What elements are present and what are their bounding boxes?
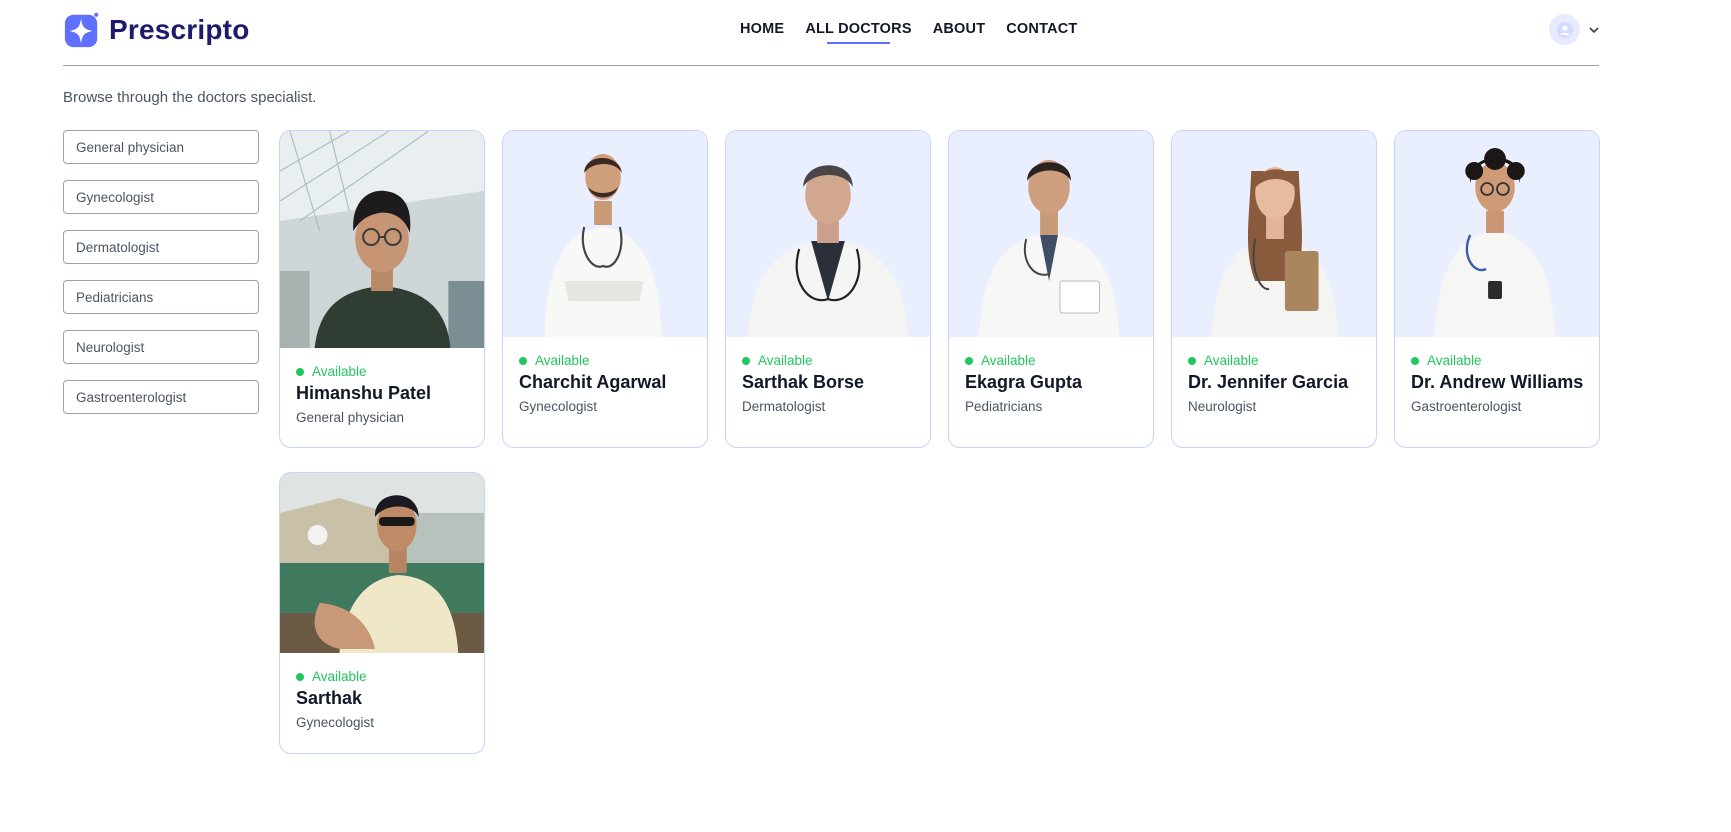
status-dot <box>519 356 527 365</box>
doctor-info: Available Charchit Agarwal Gynecologist <box>503 337 707 414</box>
doctor-name: Dr. Jennifer Garcia <box>1188 372 1349 392</box>
nav-contact-label: CONTACT <box>1006 21 1078 37</box>
doctor-speciality: Pediatricians <box>965 399 1043 414</box>
doctor-speciality: Gynecologist <box>296 715 375 730</box>
doctor-card[interactable]: Available Dr. Andrew Williams Gastroente… <box>1394 130 1600 448</box>
doctor-info: Available Ekagra Gupta Pediatricians <box>949 337 1153 414</box>
filter-dermatologist[interactable]: Dermatologist <box>63 230 259 264</box>
doctor-name: Charchit Agarwal <box>519 372 667 392</box>
filter-gastroenterologist[interactable]: Gastroenterologist <box>63 380 259 414</box>
top-navbar: Prescripto HOME ALL DOCTORS ABOUT CONTAC… <box>63 0 1599 66</box>
filter-pediatricians[interactable]: Pediatricians <box>63 280 259 314</box>
availability-status: Available <box>1411 353 1583 368</box>
main-nav: HOME ALL DOCTORS ABOUT CONTACT <box>740 21 1098 44</box>
nav-home[interactable]: HOME <box>740 21 784 37</box>
speciality-filters: General physician Gynecologist Dermatolo… <box>63 130 259 430</box>
doctor-speciality: General physician <box>296 410 405 425</box>
filter-general-physician[interactable]: General physician <box>63 130 259 164</box>
status-dot <box>742 356 750 365</box>
availability-status: Available <box>519 353 691 368</box>
doctor-photo <box>1395 131 1599 337</box>
doctor-speciality: Neurologist <box>1188 399 1257 414</box>
status-dot <box>1188 356 1196 365</box>
status-dot <box>296 672 304 681</box>
brand-logo[interactable]: Prescripto <box>63 11 250 49</box>
user-avatar-icon <box>1549 14 1580 45</box>
doctor-name: Himanshu Patel <box>296 383 432 403</box>
brand-name: Prescripto <box>109 14 250 45</box>
doctor-card[interactable]: Available Charchit Agarwal Gynecologist <box>502 130 708 448</box>
doctor-photo <box>280 131 484 348</box>
filter-gynecologist[interactable]: Gynecologist <box>63 180 259 214</box>
status-label: Available <box>312 364 367 379</box>
doctor-photo <box>503 131 707 337</box>
logo-icon <box>64 12 99 48</box>
status-dot <box>296 367 304 376</box>
nav-all-doctors[interactable]: ALL DOCTORS <box>805 21 912 44</box>
status-label: Available <box>1427 353 1482 368</box>
status-label: Available <box>981 353 1036 368</box>
doctor-photo <box>726 131 930 337</box>
doctor-info: Available Dr. Andrew Williams Gastroente… <box>1395 337 1599 414</box>
doctor-card[interactable]: Available Dr. Jennifer Garcia Neurologis… <box>1171 130 1377 448</box>
doctor-name: Ekagra Gupta <box>965 372 1083 392</box>
doctor-card[interactable]: Available Himanshu Patel General physici… <box>279 130 485 448</box>
status-dot <box>965 356 973 365</box>
nav-about-label: ABOUT <box>932 21 986 37</box>
doctor-name: Sarthak Borse <box>742 372 865 392</box>
profile-menu[interactable] <box>1549 14 1600 45</box>
doctor-card[interactable]: Available Sarthak Borse Dermatologist <box>725 130 931 448</box>
status-label: Available <box>1204 353 1259 368</box>
availability-status: Available <box>1188 353 1360 368</box>
doctor-info: Available Sarthak Gynecologist <box>280 653 484 730</box>
page-intro: Browse through the doctors specialist. <box>63 89 317 106</box>
doctor-speciality: Gynecologist <box>519 399 598 414</box>
nav-contact[interactable]: CONTACT <box>1006 21 1077 37</box>
doctor-speciality: Gastroenterologist <box>1411 399 1522 414</box>
availability-status: Available <box>296 669 468 684</box>
status-label: Available <box>312 669 367 684</box>
doctor-photo <box>280 473 484 653</box>
filter-neurologist[interactable]: Neurologist <box>63 330 259 364</box>
status-label: Available <box>535 353 590 368</box>
active-nav-underline <box>826 42 891 44</box>
doctor-photo <box>949 131 1153 337</box>
doctor-card[interactable]: Available Ekagra Gupta Pediatricians <box>948 130 1154 448</box>
doctor-name: Sarthak <box>296 688 363 708</box>
availability-status: Available <box>965 353 1137 368</box>
status-label: Available <box>758 353 813 368</box>
doctor-photo <box>1172 131 1376 337</box>
nav-about[interactable]: ABOUT <box>933 21 986 37</box>
chevron-down-icon <box>1589 26 1599 33</box>
doctor-card[interactable]: Available Sarthak Gynecologist <box>279 472 485 754</box>
status-dot <box>1411 356 1419 365</box>
doctor-name: Dr. Andrew Williams <box>1411 372 1584 392</box>
nav-all-doctors-label: ALL DOCTORS <box>805 21 912 37</box>
nav-home-label: HOME <box>740 21 785 37</box>
availability-status: Available <box>742 353 914 368</box>
availability-status: Available <box>296 364 468 379</box>
doctor-info: Available Sarthak Borse Dermatologist <box>726 337 930 414</box>
doctor-info: Available Dr. Jennifer Garcia Neurologis… <box>1172 337 1376 414</box>
doctor-info: Available Himanshu Patel General physici… <box>280 348 484 425</box>
doctor-speciality: Dermatologist <box>742 399 826 414</box>
doctors-grid: Available Himanshu Patel General physici… <box>279 130 1600 754</box>
